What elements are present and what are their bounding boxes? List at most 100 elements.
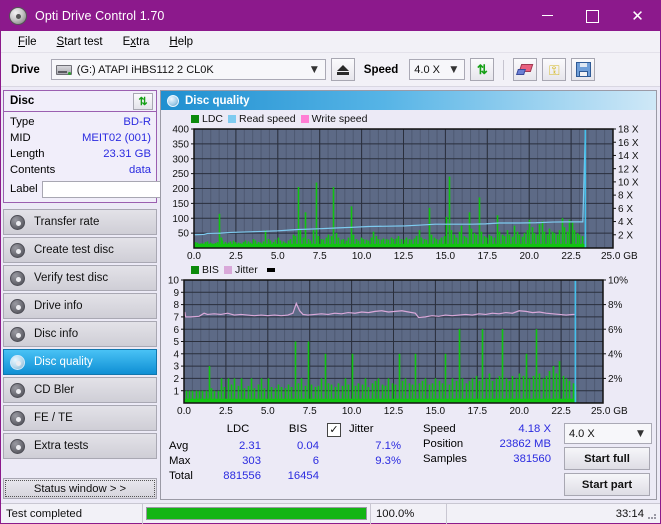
ldc-plot: 50 100 150 200 250 300 350 400 2 X 4 X 6 X 8 X 10 X 1… (161, 125, 656, 263)
menu-extra[interactable]: Extra (114, 34, 159, 50)
window-title: Opti Drive Control 1.70 (35, 9, 165, 23)
sidebar-item-cd-bler[interactable]: CD Bler (3, 377, 157, 403)
disc-row-value: MEIT02 (001) (81, 132, 151, 144)
status-message: Test completed (1, 503, 143, 524)
disc-refresh-button[interactable]: ⇅ (133, 92, 153, 110)
bis-plot: 1 2 3 4 5 6 7 8 9 10 2% 4% 6% 8% 10% 0.0 2.5 5.0 7.5 10.0 12… (161, 276, 656, 419)
save-icon (575, 62, 591, 77)
disc-icon (10, 298, 25, 314)
app-disc-icon (9, 7, 27, 25)
speed-label: Speed (363, 63, 399, 76)
svg-text:22.5: 22.5 (561, 251, 581, 262)
save-button[interactable] (571, 58, 596, 81)
stats-total-bis: 16454 (287, 470, 319, 482)
sidebar-item-disc-info[interactable]: Disc info (3, 321, 157, 347)
status-window-button[interactable]: Status window > > (3, 478, 157, 499)
test-speed-select[interactable]: 4.0 X ▼ (564, 423, 652, 444)
svg-text:17.5: 17.5 (478, 251, 498, 262)
svg-text:2 X: 2 X (618, 230, 633, 241)
disc-icon (10, 326, 25, 342)
erase-button[interactable] (513, 58, 538, 81)
svg-text:350: 350 (172, 139, 189, 150)
drive-label: Drive (11, 63, 40, 76)
sidebar-item-label: Disc info (34, 328, 79, 340)
sidebar-item-drive-info[interactable]: Drive info (3, 293, 157, 319)
svg-text:9: 9 (173, 288, 179, 299)
stats-total-jitter (349, 470, 401, 482)
drive-icon (55, 63, 72, 76)
sidebar-item-label: Disc quality (34, 356, 93, 368)
progress-cell (143, 503, 371, 524)
sidebar-item-extra-tests[interactable]: Extra tests (3, 433, 157, 459)
close-icon[interactable]: ✕ (615, 1, 660, 31)
stats-row-label-avg: Avg (169, 440, 189, 452)
stats-row-label-max: Max (169, 455, 191, 467)
svg-text:4: 4 (173, 349, 179, 360)
disc-row-key: Length (10, 148, 45, 160)
svg-text:15.0: 15.0 (426, 406, 446, 417)
sidebar-item-fe-te[interactable]: FE / TE (3, 405, 157, 431)
svg-text:10 X: 10 X (618, 177, 639, 188)
drive-select[interactable]: (G:) ATAPI iHBS112 2 CL0K ▼ (50, 59, 326, 80)
eject-button[interactable] (330, 58, 355, 81)
svg-text:12.5: 12.5 (394, 251, 414, 262)
svg-text:5.0: 5.0 (271, 251, 285, 262)
maximize-icon[interactable] (570, 1, 615, 31)
disc-icon (10, 270, 25, 286)
svg-text:4%: 4% (608, 349, 623, 360)
sidebar-item-disc-quality[interactable]: Disc quality (3, 349, 157, 375)
svg-text:6%: 6% (608, 325, 623, 336)
svg-text:1: 1 (173, 386, 179, 397)
svg-text:3: 3 (173, 362, 179, 373)
speed-select[interactable]: 4.0 X ▼ (409, 59, 466, 80)
jitter-checkbox-wrap: ✓ (327, 423, 349, 437)
svg-text:12.5: 12.5 (384, 406, 404, 417)
svg-text:2.5: 2.5 (219, 406, 233, 417)
sidebar-item-label: Extra tests (34, 440, 89, 452)
stats-corner (169, 423, 207, 437)
menu-file[interactable]: File (9, 34, 46, 50)
start-full-button[interactable]: Start full (564, 447, 650, 470)
legend-label-read-speed: Read speed (239, 112, 296, 125)
start-part-button[interactable]: Start part (564, 473, 650, 496)
svg-text:20.0: 20.0 (509, 406, 529, 417)
disc-row-contents: Contents data (10, 163, 151, 178)
keys-button[interactable]: ⚿ (542, 58, 567, 81)
main-pane: Disc quality LDC Read speed Write speed (160, 90, 657, 500)
drive-select-value: (G:) ATAPI iHBS112 2 CL0K (76, 63, 214, 76)
legend-label-bis: BIS (202, 263, 219, 276)
menu-help[interactable]: Help (160, 34, 202, 50)
menu-start-test[interactable]: Start test (48, 34, 112, 50)
sidebar-item-verify-test-disc[interactable]: Verify test disc (3, 265, 157, 291)
svg-text:17.5: 17.5 (468, 406, 488, 417)
stats-header-ldc: LDC (226, 423, 250, 435)
minimize-icon[interactable] (525, 1, 570, 31)
stats-avg-ldc: 2.31 (239, 440, 261, 452)
eject-icon (336, 64, 349, 75)
speed-select-value: 4.0 X (414, 63, 440, 76)
refresh-button[interactable]: ⇅ (470, 58, 495, 81)
chevron-down-icon: ▼ (450, 64, 458, 75)
disc-row-key: MID (10, 132, 31, 144)
disc-label-row: Label (10, 180, 243, 198)
svg-text:7.5: 7.5 (313, 251, 327, 262)
disc-row-type: Type BD-R (10, 115, 151, 130)
elapsed-time: 33:14 (615, 507, 644, 520)
jitter-checkbox[interactable]: ✓ (327, 423, 341, 437)
legend-swatch-read-speed (228, 114, 237, 123)
svg-text:6: 6 (173, 325, 179, 336)
speed-info-grid: Speed 4.18 X Position 23862 MB Samples 3… (423, 423, 551, 465)
svg-text:14 X: 14 X (618, 151, 639, 162)
sidebar-item-create-test-disc[interactable]: Create test disc (3, 237, 157, 263)
svg-text:20.0: 20.0 (519, 251, 539, 262)
ldc-chart-legend: LDC Read speed Write speed (161, 112, 656, 125)
resize-grip[interactable] (646, 509, 658, 521)
disc-icon (10, 242, 25, 258)
svg-text:25.0 GB: 25.0 GB (591, 406, 628, 417)
keys-icon: ⚿ (548, 61, 560, 78)
svg-text:8: 8 (173, 300, 179, 311)
samples-value: 381560 (513, 453, 551, 465)
refresh-icon: ⇅ (138, 95, 148, 108)
refresh-icon: ⇅ (476, 62, 488, 77)
sidebar-item-transfer-rate[interactable]: Transfer rate (3, 209, 157, 235)
